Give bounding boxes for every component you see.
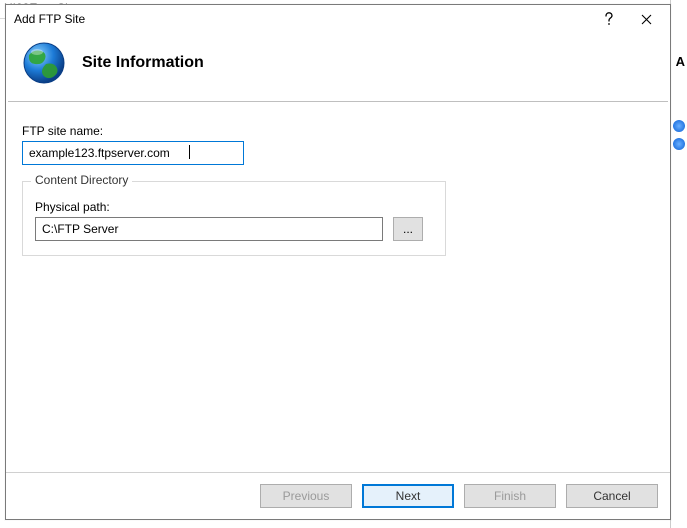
page-title: Site Information bbox=[82, 54, 204, 72]
background-panel: A bbox=[670, 0, 687, 528]
physical-path-label: Physical path: bbox=[35, 200, 433, 214]
content-directory-group: Content Directory Physical path: ... bbox=[22, 181, 446, 256]
wizard-header: Site Information bbox=[6, 33, 670, 101]
window-title: Add FTP Site bbox=[14, 12, 592, 26]
panel-label: A bbox=[676, 54, 685, 69]
next-button[interactable]: Next bbox=[362, 484, 454, 508]
group-legend: Content Directory bbox=[31, 173, 132, 187]
globe-icon bbox=[20, 39, 68, 87]
help-button[interactable] bbox=[592, 6, 626, 32]
help-icon[interactable] bbox=[673, 120, 685, 132]
wizard-footer: Previous Next Finish Cancel bbox=[6, 473, 670, 519]
add-ftp-site-dialog: Add FTP Site bbox=[5, 4, 671, 520]
previous-button: Previous bbox=[260, 484, 352, 508]
finish-button: Finish bbox=[464, 484, 556, 508]
help-icon[interactable] bbox=[673, 138, 685, 150]
wizard-body: FTP site name: Content Directory Physica… bbox=[6, 102, 670, 472]
physical-path-input[interactable] bbox=[35, 217, 383, 241]
cancel-button[interactable]: Cancel bbox=[566, 484, 658, 508]
titlebar: Add FTP Site bbox=[6, 5, 670, 33]
browse-button[interactable]: ... bbox=[393, 217, 423, 241]
close-button[interactable] bbox=[626, 6, 666, 32]
site-name-input[interactable] bbox=[22, 141, 244, 165]
text-caret bbox=[189, 145, 190, 159]
site-name-label: FTP site name: bbox=[22, 124, 654, 138]
